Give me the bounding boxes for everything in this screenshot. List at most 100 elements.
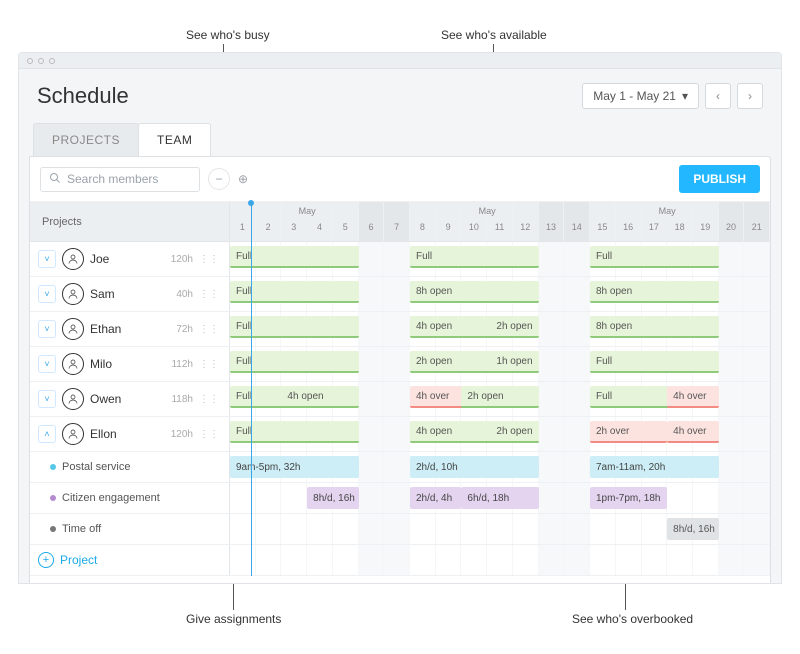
project-lane: 9am-5pm, 32h 2h/d, 10h 7am-11am, 20h: [230, 452, 770, 482]
next-period-button[interactable]: ›: [737, 83, 763, 109]
member-name: Ethan: [90, 322, 121, 336]
schedule-bar[interactable]: Full: [410, 246, 539, 268]
expand-toggle[interactable]: ˅: [38, 285, 56, 303]
member-lane: Full4h open4h over2h openFull4h over: [230, 382, 770, 416]
day-header-cell: 19: [693, 202, 719, 241]
schedule-bar[interactable]: 4h over: [667, 386, 718, 408]
member-name: Milo: [90, 357, 112, 371]
schedule-bar[interactable]: 2h over: [590, 421, 667, 443]
day-header-cell: 13: [539, 202, 565, 241]
schedule-bar[interactable]: 8h/d, 16h: [307, 487, 358, 509]
day-header-cell: 16: [616, 202, 642, 241]
project-marker-icon: [50, 464, 56, 470]
schedule-bar[interactable]: 2h open: [461, 386, 538, 408]
drag-handle-icon[interactable]: ⋮⋮: [199, 397, 219, 402]
date-range-select[interactable]: May 1 - May 21 ▾: [582, 83, 699, 109]
day-header-cell: 9: [436, 202, 462, 241]
schedule-bar[interactable]: 2h/d, 4h: [410, 487, 461, 509]
schedule-bar[interactable]: 6h/d, 18h: [461, 487, 538, 509]
today-marker: [251, 202, 252, 576]
month-label: May: [659, 206, 676, 216]
member-lane: Full 4h open2h open 2h over4h over: [230, 417, 770, 451]
member-hours: 120h: [171, 254, 193, 265]
project-marker-icon: [50, 526, 56, 532]
avatar-icon: [62, 248, 84, 270]
schedule-bar[interactable]: Full: [230, 316, 359, 338]
member-lane: Full Full Full: [230, 242, 770, 276]
expand-toggle[interactable]: ˅: [38, 355, 56, 373]
tab-team[interactable]: TEAM: [138, 123, 211, 156]
project-lane: 8h/d, 16h: [230, 514, 770, 544]
schedule-bar[interactable]: Full: [230, 246, 359, 268]
member-name: Ellon: [90, 427, 117, 441]
schedule-bar[interactable]: 7am-11am, 20h: [590, 456, 719, 478]
day-header-cell: 12: [513, 202, 539, 241]
day-header-cell: 8: [410, 202, 436, 241]
schedule-bar[interactable]: 2h open1h open: [410, 351, 539, 373]
annotation-assignments: Give assignments: [186, 612, 281, 626]
schedule-bar[interactable]: Full: [230, 351, 359, 373]
expand-toggle[interactable]: ˅: [38, 320, 56, 338]
search-icon: [49, 172, 61, 187]
expand-toggle[interactable]: ˅: [38, 250, 56, 268]
day-header-cell: 7: [384, 202, 410, 241]
day-header-cell: 21: [744, 202, 770, 241]
drag-handle-icon[interactable]: ⋮⋮: [199, 362, 219, 367]
add-icon[interactable]: ⊕: [238, 172, 248, 186]
app-window: Schedule May 1 - May 21 ▾ ‹ › PROJECTS T…: [18, 52, 782, 584]
annotation-overbooked: See who's overbooked: [572, 612, 693, 626]
member-lane: Full 8h open 8h open: [230, 277, 770, 311]
schedule-bar[interactable]: 8h open: [590, 316, 719, 338]
member-lane: Full 4h open2h open 8h open: [230, 312, 770, 346]
publish-button[interactable]: PUBLISH: [679, 165, 760, 193]
drag-handle-icon[interactable]: ⋮⋮: [199, 292, 219, 297]
schedule-bar[interactable]: 4h open2h open: [410, 421, 539, 443]
sub-project-label: Citizen engagement: [62, 492, 160, 504]
window-titlebar: [19, 53, 781, 69]
schedule-bar[interactable]: 4h open2h open: [410, 316, 539, 338]
avatar-icon: [62, 388, 84, 410]
schedule-bar[interactable]: Full: [590, 351, 719, 373]
project-marker-icon: [50, 495, 56, 501]
schedule-bar[interactable]: 9am-5pm, 32h: [230, 456, 359, 478]
schedule-bar[interactable]: 1pm-7pm, 18h: [590, 487, 667, 509]
day-header-cell: 20: [719, 202, 745, 241]
member-hours: 120h: [171, 429, 193, 440]
schedule-bar[interactable]: Full: [590, 246, 719, 268]
sub-project-label: Postal service: [62, 461, 130, 473]
annotation-available: See who's available: [441, 28, 547, 42]
drag-handle-icon[interactable]: ⋮⋮: [199, 257, 219, 262]
schedule-bar[interactable]: 8h open: [410, 281, 539, 303]
schedule-bar[interactable]: 2h/d, 10h: [410, 456, 539, 478]
schedule-bar[interactable]: 4h open: [281, 386, 358, 408]
drag-handle-icon[interactable]: ⋮⋮: [199, 432, 219, 437]
member-hours: 112h: [171, 359, 193, 370]
date-range-label: May 1 - May 21: [593, 89, 676, 103]
schedule-bar[interactable]: 8h/d, 16h: [667, 518, 718, 540]
day-header-cell: 14: [564, 202, 590, 241]
schedule-bar[interactable]: Full: [230, 281, 359, 303]
avatar-icon: [62, 318, 84, 340]
member-hours: 118h: [171, 394, 193, 405]
sub-project-label: Time off: [62, 523, 101, 535]
search-input[interactable]: Search members: [40, 167, 200, 192]
add-project-button[interactable]: +Project: [30, 545, 230, 575]
month-label: May: [299, 206, 316, 216]
avatar-icon: [62, 283, 84, 305]
annotation-busy: See who's busy: [186, 28, 270, 42]
expand-toggle[interactable]: ˅: [38, 390, 56, 408]
member-hours: 72h: [176, 324, 193, 335]
zoom-out-button[interactable]: −: [208, 168, 230, 190]
page-title: Schedule: [37, 83, 129, 109]
expand-toggle[interactable]: ˄: [38, 425, 56, 443]
prev-period-button[interactable]: ‹: [705, 83, 731, 109]
drag-handle-icon[interactable]: ⋮⋮: [199, 327, 219, 332]
schedule-bar[interactable]: 8h open: [590, 281, 719, 303]
schedule-bar[interactable]: Full: [230, 421, 359, 443]
member-name: Sam: [90, 287, 115, 301]
member-hours: 40h: [176, 289, 193, 300]
project-lane: 8h/d, 16h 2h/d, 4h6h/d, 18h 1pm-7pm, 18h: [230, 483, 770, 513]
schedule-bar[interactable]: 4h over: [667, 421, 718, 443]
tab-projects[interactable]: PROJECTS: [33, 123, 139, 156]
member-name: Joe: [90, 252, 109, 266]
